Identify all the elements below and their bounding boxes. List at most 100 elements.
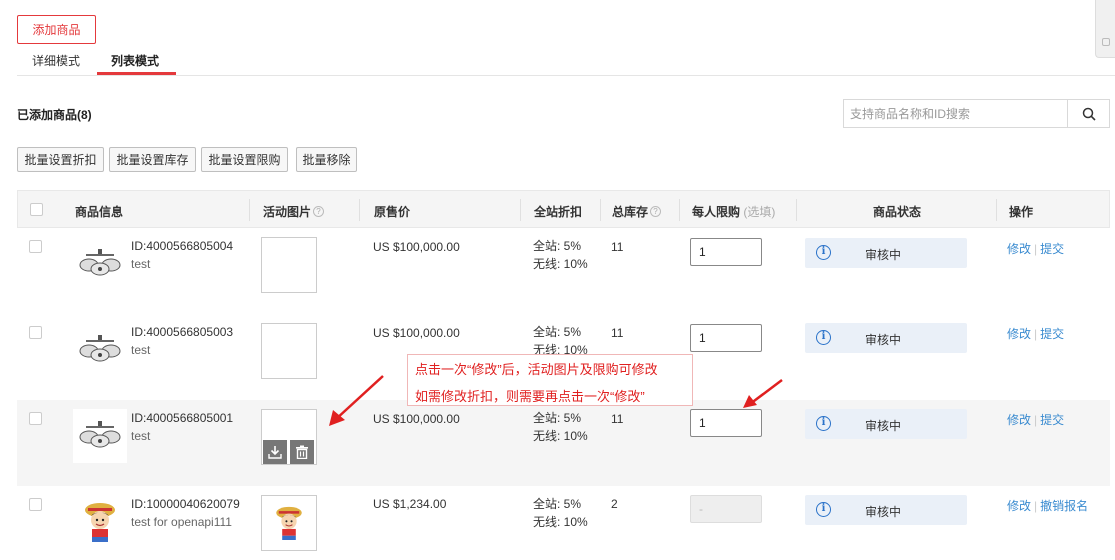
product-id: ID:4000566805001 bbox=[131, 411, 234, 425]
row-checkbox[interactable] bbox=[29, 326, 42, 339]
annotation-arrow-right bbox=[743, 379, 783, 408]
status-badge: i 审核中 bbox=[805, 323, 967, 353]
edit-link[interactable]: 修改 bbox=[1007, 242, 1031, 256]
status-badge: i 审核中 bbox=[805, 409, 967, 439]
question-icon[interactable]: ? bbox=[313, 206, 325, 217]
header-activity-image-label: 活动图片 bbox=[263, 205, 312, 219]
site-discount: 全站: 5% bbox=[533, 497, 582, 511]
edit-link[interactable]: 修改 bbox=[1007, 499, 1031, 513]
info-icon[interactable]: i bbox=[816, 502, 831, 517]
limit-input[interactable]: 1 bbox=[690, 238, 762, 266]
column-divider bbox=[249, 199, 250, 221]
search-button[interactable] bbox=[1067, 99, 1110, 128]
header-limit-hint: (选填) bbox=[743, 205, 776, 219]
delete-button[interactable] bbox=[290, 440, 314, 464]
edit-link[interactable]: 修改 bbox=[1007, 327, 1031, 341]
table-row: ID:10000040620079 test for openapi111 US … bbox=[17, 486, 1110, 560]
column-divider bbox=[996, 199, 997, 221]
tab-list-mode[interactable]: 列表模式 bbox=[111, 52, 159, 69]
row-checkbox[interactable] bbox=[29, 498, 42, 511]
cartoon-character-icon bbox=[85, 503, 115, 542]
search-input[interactable]: 支持商品名称和ID搜索 bbox=[843, 99, 1067, 128]
original-price: US $100,000.00 bbox=[373, 326, 460, 340]
row-actions: 修改 | 提交 bbox=[1007, 240, 1064, 257]
batch-set-stock-button[interactable]: 批量设置库存 bbox=[109, 147, 196, 172]
info-icon[interactable]: i bbox=[816, 245, 831, 260]
header-original-price: 原售价 bbox=[374, 205, 411, 219]
batch-remove-button[interactable]: 批量移除 bbox=[296, 147, 357, 172]
row-actions: 修改 | 提交 bbox=[1007, 325, 1064, 342]
total-stock: 11 bbox=[611, 240, 624, 254]
active-tab-indicator bbox=[97, 72, 176, 75]
header-product-status: 商品状态 bbox=[873, 205, 922, 219]
product-id: ID:4000566805004 bbox=[131, 239, 234, 253]
row-checkbox[interactable] bbox=[29, 240, 42, 253]
view-mode-tabs: 详细模式 列表模式 bbox=[17, 46, 1115, 76]
select-all-checkbox[interactable] bbox=[30, 203, 43, 216]
table-header: 商品信息 活动图片? 原售价 全站折扣 总库存? 每人限购 (选填) 商品状态 … bbox=[17, 190, 1110, 228]
action-separator: | bbox=[1034, 242, 1038, 256]
scroll-thumb[interactable] bbox=[1102, 38, 1110, 46]
drone-icon bbox=[79, 421, 121, 448]
action-separator: | bbox=[1034, 499, 1038, 513]
product-name: test for openapi111 bbox=[131, 515, 232, 529]
activity-image-box[interactable] bbox=[261, 495, 317, 551]
limit-input[interactable]: 1 bbox=[690, 409, 762, 437]
download-icon bbox=[268, 446, 282, 459]
total-stock: 11 bbox=[611, 412, 624, 426]
submit-link[interactable]: 提交 bbox=[1040, 327, 1064, 341]
added-products-title: 已添加商品(8) bbox=[17, 108, 92, 122]
site-discount: 全站: 5% bbox=[533, 325, 582, 339]
discount-cell: 全站: 5% 无线: 10% bbox=[533, 237, 588, 273]
action-separator: | bbox=[1034, 327, 1038, 341]
product-id-cell: ID:4000566805003 test bbox=[131, 323, 243, 359]
table-row: ID:4000566805004 test US $100,000.00 全站: … bbox=[17, 228, 1110, 314]
annotation-line-2: 如需修改折扣，则需要再点击一次“修改” bbox=[415, 389, 645, 404]
column-divider bbox=[600, 199, 601, 221]
status-text: 审核中 bbox=[865, 419, 902, 433]
product-name: test bbox=[131, 257, 151, 271]
product-thumbnail bbox=[73, 495, 127, 549]
add-product-button[interactable]: 添加商品 bbox=[17, 15, 96, 44]
batch-set-discount-button[interactable]: 批量设置折扣 bbox=[17, 147, 104, 172]
info-icon[interactable]: i bbox=[816, 330, 831, 345]
product-id: ID:4000566805003 bbox=[131, 325, 234, 339]
header-product-info: 商品信息 bbox=[75, 205, 124, 219]
product-thumbnail bbox=[73, 323, 127, 377]
submit-link[interactable]: 提交 bbox=[1040, 242, 1064, 256]
original-price: US $1,234.00 bbox=[373, 497, 447, 511]
info-icon[interactable]: i bbox=[816, 416, 831, 431]
download-button[interactable] bbox=[263, 440, 287, 464]
discount-cell: 全站: 5% 无线: 10% bbox=[533, 409, 588, 445]
activity-image-box[interactable] bbox=[261, 323, 317, 379]
header-activity-image: 活动图片? bbox=[263, 203, 325, 220]
question-icon[interactable]: ? bbox=[650, 206, 662, 217]
limit-input-disabled: - bbox=[690, 495, 762, 523]
header-site-discount: 全站折扣 bbox=[534, 205, 583, 219]
limit-input[interactable]: 1 bbox=[690, 324, 762, 352]
column-divider bbox=[359, 199, 360, 221]
activity-image-box[interactable] bbox=[261, 237, 317, 293]
tab-detail-mode[interactable]: 详细模式 bbox=[32, 52, 80, 69]
product-name: test bbox=[131, 343, 151, 357]
header-total-stock-label: 总库存 bbox=[612, 205, 649, 219]
column-divider bbox=[520, 199, 521, 221]
site-discount: 全站: 5% bbox=[533, 239, 582, 253]
product-id-cell: ID:4000566805001 test bbox=[131, 409, 243, 445]
batch-set-limit-button[interactable]: 批量设置限购 bbox=[201, 147, 288, 172]
site-discount: 全站: 5% bbox=[533, 411, 582, 425]
header-limit-label: 每人限购 bbox=[692, 205, 741, 219]
edit-link[interactable]: 修改 bbox=[1007, 413, 1031, 427]
row-actions: 修改 | 提交 bbox=[1007, 411, 1064, 428]
product-thumbnail bbox=[73, 409, 127, 463]
status-text: 审核中 bbox=[865, 248, 902, 262]
total-stock: 11 bbox=[611, 326, 624, 340]
annotation-line-1: 点击一次“修改”后，活动图片及限购可修改 bbox=[415, 362, 658, 377]
submit-link[interactable]: 提交 bbox=[1040, 413, 1064, 427]
product-id: ID:10000040620079 bbox=[131, 497, 240, 511]
row-checkbox[interactable] bbox=[29, 412, 42, 425]
column-divider bbox=[679, 199, 680, 221]
header-operations: 操作 bbox=[1009, 205, 1034, 219]
withdraw-registration-link[interactable]: 撤销报名 bbox=[1040, 499, 1088, 513]
status-badge: i 审核中 bbox=[805, 495, 967, 525]
